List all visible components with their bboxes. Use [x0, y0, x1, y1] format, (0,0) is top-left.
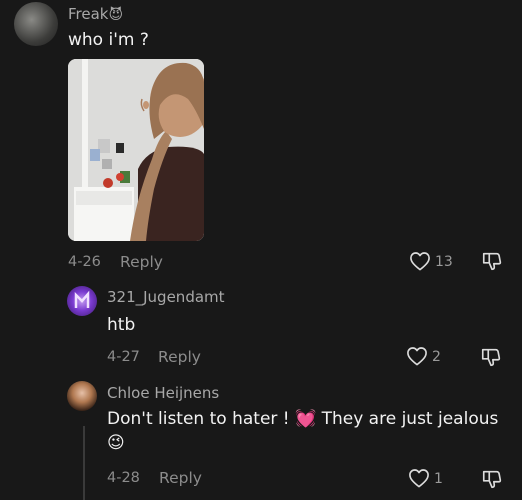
- reply-button[interactable]: Reply: [120, 253, 163, 271]
- reply-button[interactable]: Reply: [158, 348, 201, 366]
- like-count: 1: [434, 471, 443, 487]
- avatar-chloe-heijnens[interactable]: [67, 381, 97, 411]
- username-text: Freak: [68, 5, 109, 23]
- thread-line: [83, 426, 85, 500]
- heart-outline-icon: [407, 347, 427, 366]
- dislike-button[interactable]: [481, 468, 503, 490]
- reply-text: htb: [107, 315, 136, 335]
- heart-outline-icon: [410, 252, 430, 271]
- photo-graphic: [68, 59, 204, 241]
- heart-emoji: 💓: [295, 409, 317, 429]
- reply-username[interactable]: Chloe Heijnens: [107, 384, 219, 402]
- thumbs-down-icon: [482, 470, 502, 489]
- comment-date: 4-26: [68, 254, 101, 270]
- like-count: 13: [435, 254, 453, 270]
- avatar-freak[interactable]: [14, 2, 58, 46]
- wink-emoji: 😉: [107, 433, 125, 453]
- reply-date: 4-28: [107, 470, 140, 486]
- like-count: 2: [432, 349, 441, 365]
- comment-image[interactable]: [68, 59, 204, 241]
- reply-username[interactable]: 321_Jugendamt: [107, 288, 225, 306]
- avatar-graphic: [74, 290, 90, 308]
- avatar-321-jugendamt[interactable]: [67, 286, 97, 316]
- reply-date: 4-27: [107, 349, 140, 365]
- comment-text: who i'm ?: [68, 30, 149, 50]
- like-button[interactable]: [406, 346, 428, 366]
- reply-text: Don't listen to hater ! 💓 They are just …: [107, 409, 498, 429]
- dislike-button[interactable]: [480, 346, 502, 368]
- like-button[interactable]: [409, 251, 431, 271]
- comment-username[interactable]: Freak😈: [68, 5, 123, 23]
- thumbs-down-icon: [482, 252, 502, 271]
- like-button[interactable]: [408, 468, 430, 488]
- dislike-button[interactable]: [481, 250, 503, 272]
- username-emoji: 😈: [108, 7, 124, 23]
- reply-text-part: Don't listen to hater !: [107, 409, 290, 429]
- reply-button[interactable]: Reply: [159, 469, 202, 487]
- thumbs-down-icon: [481, 348, 501, 367]
- heart-outline-icon: [409, 469, 429, 488]
- reply-text-part: They are just jealous: [321, 409, 499, 429]
